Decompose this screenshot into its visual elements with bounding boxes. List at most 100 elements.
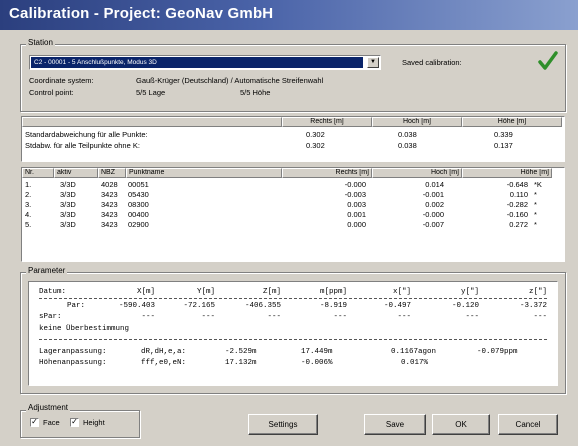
stats-row-2-hoch: 0.038 [398,141,417,150]
points-header-hoehe[interactable]: Höhe [m] [462,168,552,178]
param-spar-x: --- [141,313,155,321]
station-select[interactable]: C2 - 00001 - 5 Anschlußpunkte, Modus 3D … [29,55,381,70]
hoehe-value-3: 0.017% [401,359,429,367]
saved-calibration-label: Saved calibration: [402,58,462,67]
point-rechts: 0.003 [347,200,366,209]
points-header-hoch[interactable]: Hoch [m] [372,168,462,178]
point-name: 05430 [128,190,149,199]
window-title: Calibration - Project: GeoNav GmbH [9,5,274,22]
point-hoehe: -0.648 [506,180,528,189]
lage-value-1: -2.529m [225,348,257,356]
coordinate-system-label: Coordinate system: [29,76,94,85]
param-spar-rz: --- [533,313,547,321]
control-point-label: Control point: [29,88,74,97]
point-nbz: 3423 [101,210,118,219]
param-header-ry: y["] [460,288,479,296]
point-nr: 5. [25,220,32,229]
point-hoehe: -0.282 [506,200,528,209]
stats-header-blank [22,117,282,127]
stats-header-hoehe: Höhe [m] [462,117,562,127]
parameter-group-label: Parameter [26,266,68,275]
param-spar-m: --- [333,313,347,321]
window-titlebar: Calibration - Project: GeoNav GmbH [0,0,578,30]
lage-value-3: 0.1167agon [391,348,437,356]
points-header-name[interactable]: Punktname [126,168,282,178]
param-par-ry: -0.120 [451,302,479,310]
stats-row-1-label: Standardabweichung für alle Punkte: [25,130,148,139]
point-hoch: -0.000 [422,210,444,219]
height-checkbox[interactable]: ✓ [70,418,79,427]
hoehe-label: Höhenanpassung: [39,359,107,367]
table-row[interactable]: 2. 3/3D 3423 05430 -0.003 -0.001 0.110 * [22,190,562,200]
point-flag: * [534,220,537,229]
param-header-m: m[ppm] [319,288,347,296]
settings-button[interactable]: Settings [248,414,318,435]
point-aktiv: 3/3D [60,180,76,189]
hoehe-value-1: 17.132m [225,359,257,367]
point-name: 02900 [128,220,149,229]
parameter-output: Datum: X[m] Y[m] Z[m] m[ppm] x["] y["] z… [28,281,558,386]
control-point-hoehe: 5/5 Höhe [240,88,271,97]
chevron-down-icon[interactable]: ▼ [367,57,379,68]
adjustment-group-label: Adjustment [26,403,71,412]
param-par-rx: -0.497 [383,302,411,310]
param-par-m: -8.919 [319,302,347,310]
param-par-rz: -3.372 [519,302,547,310]
face-checkbox[interactable]: ✓ [30,418,39,427]
stats-row-2-rechts: 0.302 [306,141,325,150]
param-datum-label: Datum: [39,288,67,296]
point-hoehe: -0.160 [506,210,528,219]
points-table[interactable]: Nr. aktiv NBZ Punktname Rechts [m] Hoch … [21,167,565,262]
points-header-rechts[interactable]: Rechts [m] [282,168,372,178]
point-hoehe: 0.110 [509,190,528,199]
point-hoch: -0.001 [422,190,444,199]
checkmark-icon [538,51,558,70]
param-header-x: X[m] [136,288,155,296]
height-label[interactable]: Height [83,418,105,427]
points-header-aktiv[interactable]: aktiv [54,168,98,178]
stats-table: Rechts [m] Hoch [m] Höhe [m] Standardabw… [21,116,565,162]
param-par-z: -406.355 [244,302,281,310]
point-nr: 4. [25,210,32,219]
point-nbz: 4028 [101,180,118,189]
ok-button[interactable]: OK [432,414,490,435]
lage-value-4: -0.079ppm [477,348,518,356]
save-button[interactable]: Save [364,414,426,435]
table-row[interactable]: 1. 3/3D 4028 00051 -0.000 0.014 -0.648 *… [22,180,562,190]
lage-params: dR,dH,e,a: [141,348,187,356]
point-hoehe: 0.272 [509,220,528,229]
point-flag: * [534,190,537,199]
lage-value-2: 17.449m [301,348,333,356]
table-row[interactable]: 4. 3/3D 3423 00400 0.001 -0.000 -0.160 * [22,210,562,220]
param-spar-y: --- [201,313,215,321]
point-nbz: 3423 [101,220,118,229]
point-flag: * [534,210,537,219]
table-row[interactable]: 3. 3/3D 3423 08300 0.003 0.002 -0.282 * [22,200,562,210]
point-aktiv: 3/3D [60,200,76,209]
point-aktiv: 3/3D [60,190,76,199]
point-name: 00051 [128,180,149,189]
point-name: 08300 [128,200,149,209]
point-flag: *K [534,180,542,189]
param-spar-rx: --- [397,313,411,321]
param-header-rz: z["] [528,288,547,296]
table-row[interactable]: 5. 3/3D 3423 02900 0.000 -0.007 0.272 * [22,220,562,230]
stats-row-1-hoehe: 0.339 [494,130,513,139]
cancel-button[interactable]: Cancel [498,414,558,435]
param-par-label: Par: [66,302,85,310]
point-rechts: 0.000 [347,220,366,229]
param-header-z: Z[m] [262,288,281,296]
points-header-nbz[interactable]: NBZ [98,168,126,178]
point-hoch: 0.002 [425,200,444,209]
station-select-value: C2 - 00001 - 5 Anschlußpunkte, Modus 3D [31,57,363,68]
points-header-nr[interactable]: Nr. [22,168,54,178]
point-hoch: -0.007 [422,220,444,229]
hoehe-params: fff,e0,eN: [141,359,187,367]
point-nr: 1. [25,180,32,189]
face-label[interactable]: Face [43,418,60,427]
param-spar-label: sPar: [39,313,62,321]
point-nbz: 3423 [101,200,118,209]
point-hoch: 0.014 [425,180,444,189]
stats-row-2-label: Stdabw. für alle Teilpunkte ohne K: [25,141,140,150]
param-par-x: -590.403 [118,302,155,310]
